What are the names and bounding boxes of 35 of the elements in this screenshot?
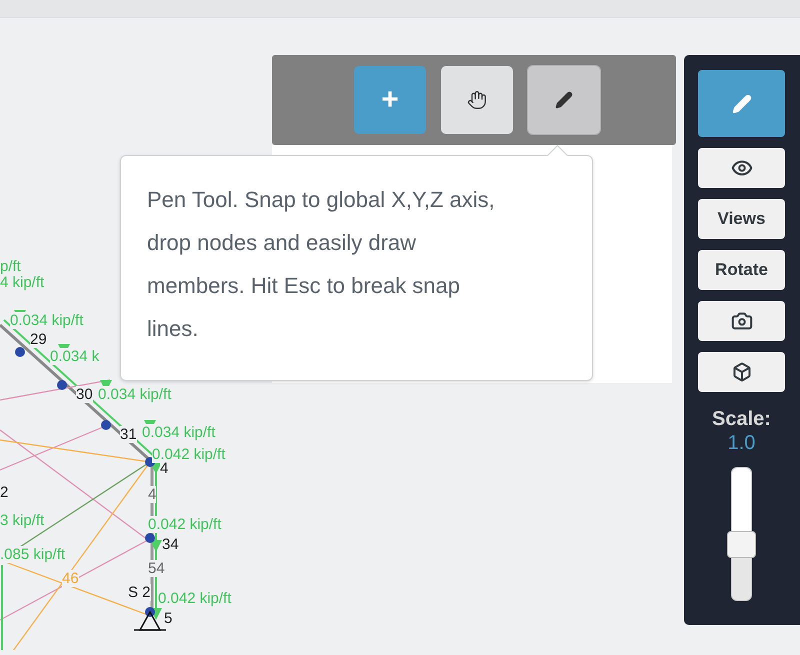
load-label: p/ft [0, 258, 21, 275]
load-label: 0.034 kip/ft [10, 312, 84, 329]
load-label: 0.034 k [50, 348, 100, 365]
cube-button[interactable] [698, 352, 785, 392]
eye-button[interactable] [698, 148, 785, 188]
load-label: 0.042 kip/ft [152, 446, 226, 463]
node-label: 30 [76, 386, 93, 403]
scale-label: Scale: [712, 407, 771, 431]
slider-thumb[interactable] [727, 530, 756, 558]
load-label: 4 kip/ft [0, 274, 44, 291]
load-label: .085 kip/ft [0, 546, 66, 563]
member-label: 54 [148, 560, 165, 577]
load-label: 0.042 kip/ft [158, 590, 232, 607]
load-label: 0.042 kip/ft [148, 516, 222, 533]
pan-button[interactable] [441, 66, 513, 134]
cube-icon [732, 362, 752, 382]
plate-label: 46 [62, 570, 79, 587]
hand-icon [467, 90, 487, 110]
tooltip-text: Pen Tool. Snap to global X,Y,Z axis, drop nodes and easily draw members. Hit Esc to break snap lines. [147, 186, 496, 343]
camera-button[interactable] [698, 301, 785, 341]
pen-button[interactable] [528, 66, 600, 134]
load-label: 0.034 kip/ft [98, 386, 172, 403]
pencil-icon [732, 94, 752, 114]
node-label: S 2 [128, 584, 151, 601]
view-button[interactable]: Views [698, 199, 785, 239]
node-label: 31 [120, 426, 137, 443]
scale-value: 1.0 [728, 431, 756, 455]
node-label: 29 [30, 331, 47, 348]
load-label: 0.034 kip/ft [142, 424, 216, 441]
scale-slider[interactable] [727, 467, 756, 601]
pencil-icon [555, 91, 573, 109]
view-button[interactable]: Rotate [698, 250, 785, 290]
camera-icon [730, 310, 752, 332]
load-label: 3 kip/ft [0, 512, 44, 529]
member-label: 4 [148, 486, 156, 503]
